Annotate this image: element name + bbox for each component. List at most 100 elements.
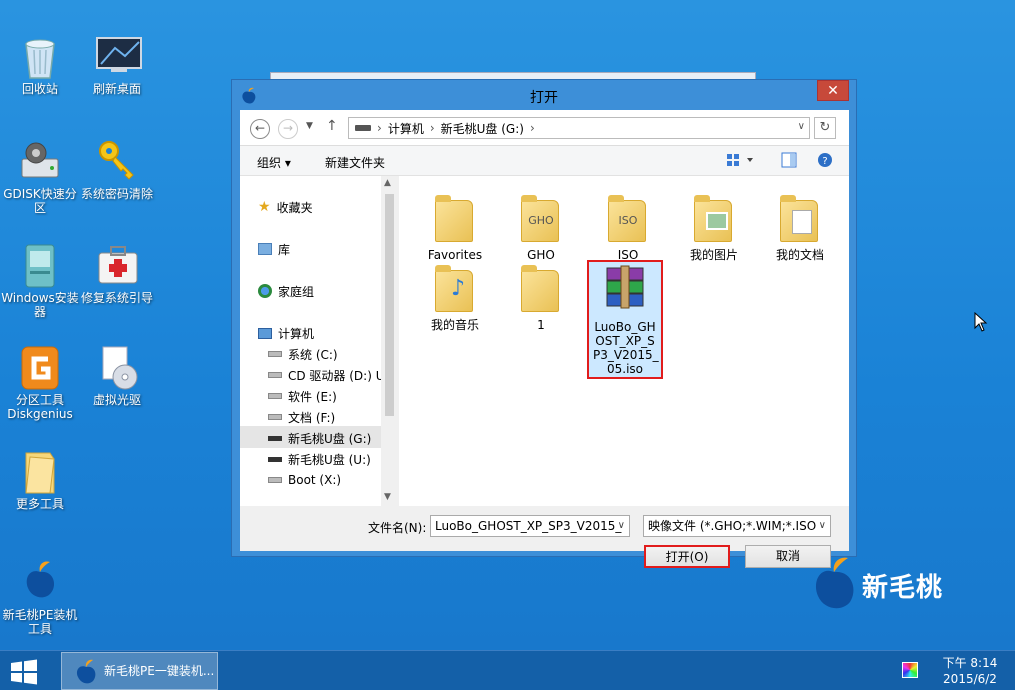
help-icon[interactable]: ? xyxy=(817,152,833,171)
taskbar-item[interactable]: 新毛桃PE一键装机... xyxy=(61,652,218,690)
desktop-icon-refresh[interactable]: 刷新桌面 xyxy=(77,34,157,96)
file-item[interactable]: 我的文档 xyxy=(764,192,836,262)
nav-drive[interactable]: 软件 (E:) xyxy=(268,387,337,405)
recent-locations-chevron-icon[interactable]: ▼ xyxy=(306,121,313,131)
organize-button[interactable]: 组织 ▾ xyxy=(257,154,291,171)
breadcrumb-item[interactable]: 计算机 xyxy=(388,120,424,137)
key-icon xyxy=(95,139,139,183)
nav-label: 计算机 xyxy=(278,326,315,341)
nav-libraries[interactable]: 库 xyxy=(258,240,290,258)
pictures-folder-icon xyxy=(692,192,736,244)
chevron-down-icon[interactable]: ∨ xyxy=(618,516,625,536)
breadcrumb-dropdown-icon[interactable]: ∨ xyxy=(798,121,805,132)
nav-label: 新毛桃U盘 (G:) xyxy=(288,431,372,446)
nav-drive[interactable]: 系统 (C:) xyxy=(268,345,338,363)
usb-drive-icon xyxy=(268,456,282,462)
diskgenius-icon xyxy=(18,345,62,390)
file-item[interactable]: Favorites xyxy=(419,192,491,262)
nav-drive[interactable]: 文档 (F:) xyxy=(268,408,335,426)
file-name: 我的图片 xyxy=(689,248,738,262)
file-item[interactable]: 我的图片 xyxy=(678,192,750,262)
mouse-cursor-icon xyxy=(974,311,988,335)
scrollbar-thumb[interactable] xyxy=(385,194,394,416)
file-item[interactable]: 1 xyxy=(505,262,577,332)
dialog-titlebar[interactable]: 打开 ✕ xyxy=(232,80,856,110)
nav-scrollbar[interactable]: ▲ ▼ xyxy=(381,176,398,506)
breadcrumb-item[interactable]: 新毛桃U盘 (G:) xyxy=(441,120,524,137)
desktop-icon-more-tools[interactable]: 更多工具 xyxy=(0,449,80,511)
nav-label: 文档 (F:) xyxy=(288,410,336,425)
gho-folder-icon: GHO xyxy=(519,192,563,244)
desktop-icon-label: 虚拟光驱 xyxy=(92,393,141,407)
file-item[interactable]: GHO GHO xyxy=(505,192,577,262)
desktop-icon-recycle-bin[interactable]: 回收站 xyxy=(0,34,80,96)
start-button[interactable] xyxy=(9,659,39,685)
folder-icon xyxy=(433,192,477,244)
filetype-select[interactable]: 映像文件 (*.GHO;*.WIM;*.ISO ∨ xyxy=(643,515,831,537)
file-item[interactable]: ♪ 我的音乐 xyxy=(419,262,491,332)
nav-homegroup[interactable]: 家庭组 xyxy=(258,282,314,300)
filename-value: LuoBo_GHOST_XP_SP3_V2015_ xyxy=(435,519,622,533)
close-button[interactable]: ✕ xyxy=(817,80,849,101)
file-name: 我的文档 xyxy=(775,248,824,262)
breadcrumb-separator-icon: › xyxy=(529,121,535,135)
view-options-icon[interactable] xyxy=(726,152,756,171)
breadcrumb[interactable]: › 计算机 › 新毛桃U盘 (G:) › ∨ xyxy=(348,117,810,139)
brand-watermark: 新毛桃 xyxy=(812,556,943,614)
filename-input[interactable]: LuoBo_GHOST_XP_SP3_V2015_ ∨ xyxy=(430,515,630,537)
desktop-icon-repair-boot[interactable]: 修复系统引导 xyxy=(77,243,157,305)
up-button[interactable]: ↑ xyxy=(326,118,338,134)
desktop-icon-virtual-drive[interactable]: 虚拟光驱 xyxy=(77,345,157,407)
file-name: 1 xyxy=(537,318,545,332)
desktop-icon-label: 系统密码清除 xyxy=(80,187,153,201)
desktop-icon-label: 更多工具 xyxy=(15,497,64,511)
gdisk-icon xyxy=(18,139,62,183)
nav-drive-selected[interactable]: 新毛桃U盘 (G:) xyxy=(268,429,371,447)
nav-drive[interactable]: CD 驱动器 (D:) U xyxy=(268,366,385,384)
usb-drive-icon xyxy=(268,435,282,441)
desktop-icon-label: GDISK快速分区 xyxy=(3,187,77,215)
drive-icon xyxy=(268,414,282,420)
forward-button[interactable]: → xyxy=(278,119,298,139)
file-name: 我的音乐 xyxy=(430,318,479,332)
winrar-archive-icon xyxy=(603,264,647,316)
desktop-icon-password[interactable]: 系统密码清除 xyxy=(77,139,157,201)
first-aid-kit-icon xyxy=(95,243,139,287)
taskbar-item-label: 新毛桃PE一键装机... xyxy=(104,664,215,678)
nav-computer[interactable]: 计算机 xyxy=(258,324,314,342)
chevron-down-icon[interactable]: ∨ xyxy=(816,516,826,536)
file-item[interactable]: ISO ISO xyxy=(592,192,664,262)
computer-icon xyxy=(258,327,272,339)
open-button[interactable]: 打开(O) xyxy=(644,545,730,568)
virtual-drive-icon xyxy=(95,345,139,390)
desktop-icon-windows-installer[interactable]: Windows安装器 xyxy=(0,243,80,319)
svg-text:?: ? xyxy=(822,156,827,167)
file-item-selected[interactable]: LuoBo_GH OST_XP_S P3_V2015_ 05.iso xyxy=(587,260,663,379)
desktop-icon-gdisk[interactable]: GDISK快速分区 xyxy=(0,139,80,215)
homegroup-icon xyxy=(258,284,272,298)
command-toolbar: 组织 ▾ 新建文件夹 ? xyxy=(240,146,849,176)
nav-label: CD 驱动器 (D:) U xyxy=(288,368,385,383)
drive-icon xyxy=(268,351,282,357)
nav-drive[interactable]: Boot (X:) xyxy=(268,471,341,489)
nav-drive[interactable]: 新毛桃U盘 (U:) xyxy=(268,450,371,468)
desktop-icon-diskgenius[interactable]: 分区工具Diskgenius xyxy=(0,345,80,421)
folder-icon xyxy=(18,449,62,494)
desktop-icon-xinmaotao[interactable]: 新毛桃PE装机工具 xyxy=(0,560,80,636)
cancel-button[interactable]: 取消 xyxy=(745,545,831,568)
cd-drive-icon xyxy=(268,372,282,378)
folder-icon xyxy=(519,262,563,314)
refresh-button[interactable]: ↻ xyxy=(814,117,836,139)
back-button[interactable]: ← xyxy=(250,119,270,139)
scroll-down-icon[interactable]: ▼ xyxy=(384,492,391,502)
tray-display-icon[interactable] xyxy=(902,662,918,678)
scroll-up-icon[interactable]: ▲ xyxy=(384,178,391,188)
clock[interactable]: 下午 8:14 2015/6/2 xyxy=(930,655,1010,687)
preview-pane-icon[interactable] xyxy=(781,152,797,171)
new-folder-button[interactable]: 新建文件夹 xyxy=(325,154,385,171)
nav-favorites[interactable]: ★ 收藏夹 xyxy=(258,198,313,216)
desktop-icon-label: 修复系统引导 xyxy=(80,291,153,305)
file-name: GHO xyxy=(527,248,555,262)
drive-icon xyxy=(268,477,282,483)
filetype-value: 映像文件 (*.GHO;*.WIM;*.ISO xyxy=(648,519,817,533)
